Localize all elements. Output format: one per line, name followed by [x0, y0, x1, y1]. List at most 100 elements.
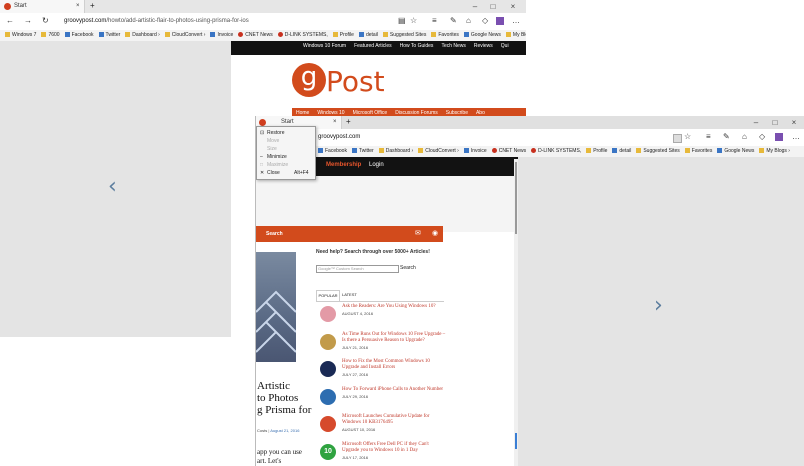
favorite-link[interactable]: Favorites	[684, 146, 712, 156]
favorite-link[interactable]: Facebook	[64, 30, 94, 40]
favorite-link[interactable]: Invoice	[210, 30, 233, 40]
refresh-icon[interactable]: ↻	[42, 16, 49, 25]
menu-item-minimize[interactable]: – Minimize	[257, 153, 315, 161]
tab-close-icon[interactable]: ×	[76, 3, 80, 9]
tab-popular[interactable]: POPULAR	[316, 290, 340, 301]
previous-arrow-icon[interactable]: ‹	[108, 174, 117, 199]
hub-icon[interactable]: ≡	[706, 132, 711, 141]
nav-item[interactable]: Featured Articles	[350, 41, 396, 52]
next-arrow-icon[interactable]: ›	[654, 293, 663, 318]
close-button[interactable]: ×	[785, 116, 803, 129]
reading-view-icon[interactable]: ▤	[398, 16, 406, 25]
nav-item[interactable]: How To Guides	[396, 41, 438, 52]
maximize-button[interactable]: □	[766, 116, 784, 129]
mail-icon[interactable]: ✉	[415, 229, 421, 237]
favorite-link[interactable]: Dashboard ›	[378, 146, 413, 156]
extension-badge-icon[interactable]	[496, 17, 504, 25]
article-title[interactable]: As Time Runs Out for Windows 10 Free Upg…	[342, 332, 447, 344]
favorite-link[interactable]: CloudConvert ›	[164, 30, 205, 40]
article-title[interactable]: How To Forward iPhone Calls to Another N…	[342, 387, 447, 393]
list-item[interactable]: 10 Microsoft Offers Free Dell PC if they …	[318, 442, 448, 466]
membership-link[interactable]: Membership	[326, 162, 361, 168]
favorite-link[interactable]: Profile	[332, 30, 354, 40]
more-icon[interactable]: …	[792, 132, 800, 141]
share-icon[interactable]: ◇	[759, 132, 765, 141]
list-item[interactable]: As Time Runs Out for Windows 10 Free Upg…	[318, 332, 448, 360]
favorite-link[interactable]: Suggested Sites	[636, 146, 680, 156]
more-icon[interactable]: …	[512, 16, 520, 25]
login-link[interactable]: Login	[369, 162, 384, 168]
search-tab[interactable]: Search	[266, 231, 283, 237]
favorite-link[interactable]: Invoice	[463, 146, 487, 156]
byline-author: Costs	[257, 428, 268, 433]
logo-post: Post	[326, 65, 385, 98]
list-item[interactable]: Ask the Readers: Are You Using Windows 1…	[318, 304, 448, 332]
article-title[interactable]: How to Fix the Most Common Windows 10 Up…	[342, 359, 447, 371]
hub-icon[interactable]: ≡	[432, 16, 437, 25]
rss-icon[interactable]: ◉	[432, 229, 438, 237]
address-field[interactable]: groovypost.com/howto/add-artistic-flair-…	[64, 18, 249, 24]
favorite-link[interactable]: Windows 7	[5, 30, 36, 40]
article-title[interactable]: Microsoft Launches Cumulative Update for…	[342, 414, 447, 426]
favorite-link[interactable]: Google News	[717, 146, 754, 156]
close-button[interactable]: ×	[504, 0, 522, 13]
favorite-star-icon[interactable]: ☆	[684, 132, 691, 141]
tab-start[interactable]: Start ×	[0, 0, 85, 13]
menu-item-close[interactable]: ✕ Close Alt+F4	[257, 169, 315, 177]
extensions-icon[interactable]: ⌂	[466, 16, 471, 25]
minimize-button[interactable]: –	[466, 0, 484, 13]
minimize-button[interactable]: –	[747, 116, 765, 129]
new-tab-button[interactable]: +	[90, 1, 95, 10]
favorite-link[interactable]: Suggested Sites	[382, 30, 426, 40]
favorite-link[interactable]: Twitter	[98, 30, 120, 40]
extension-badge-icon[interactable]	[775, 133, 783, 141]
favorite-link[interactable]: 7600	[41, 30, 60, 40]
favorite-link[interactable]: D-LINK SYSTEMS,	[531, 146, 581, 156]
custom-search-input[interactable]: Google™ Custom Search	[316, 265, 399, 273]
favorite-link[interactable]: CNET News	[491, 146, 526, 156]
nav-item[interactable]: Tech News	[437, 41, 469, 52]
article-title[interactable]: Microsoft Offers Free Dell PC if they Ca…	[342, 442, 447, 454]
nav-item[interactable]: Reviews	[470, 41, 497, 52]
heading-line-2: to Photos	[257, 392, 299, 404]
share-icon[interactable]: ◇	[482, 16, 488, 25]
article-photo	[256, 252, 296, 362]
favorite-link[interactable]: Twitter	[351, 146, 374, 156]
list-item[interactable]: How To Forward iPhone Calls to Another N…	[318, 387, 448, 415]
notes-icon[interactable]: ✎	[723, 132, 730, 141]
favorite-star-icon[interactable]: ☆	[410, 16, 417, 25]
maximize-button[interactable]: □	[484, 0, 502, 13]
favorite-icon	[382, 32, 388, 37]
favorite-link[interactable]: CloudConvert ›	[418, 146, 459, 156]
back-arrow-icon[interactable]: ←	[6, 16, 14, 25]
nav-item[interactable]: Windows 10 Forum	[299, 41, 350, 52]
new-tab-button[interactable]: +	[346, 117, 351, 126]
tab-close-icon[interactable]: ×	[333, 119, 337, 125]
favorite-link[interactable]: Profile	[586, 146, 607, 156]
favorite-link[interactable]: Google News	[463, 30, 501, 40]
favorite-link[interactable]: Favorites	[431, 30, 459, 40]
extensions-icon[interactable]: ⌂	[742, 132, 747, 141]
scrollbar-thumb[interactable]	[515, 162, 517, 234]
menu-item-restore[interactable]: ⊡ Restore	[257, 129, 315, 137]
reading-view-icon[interactable]	[673, 134, 682, 143]
favorite-link[interactable]: Facebook	[318, 146, 347, 156]
forward-arrow-icon[interactable]: →	[24, 16, 32, 25]
nav-item[interactable]: Qui	[497, 41, 513, 52]
favorite-label: Google News	[470, 32, 501, 38]
scrollbar-track[interactable]	[514, 159, 518, 466]
search-button[interactable]: Search	[400, 265, 416, 271]
list-item[interactable]: How to Fix the Most Common Windows 10 Up…	[318, 359, 448, 387]
favorite-link[interactable]: Dashboard ›	[125, 30, 160, 40]
notes-icon[interactable]: ✎	[450, 16, 457, 25]
article-title[interactable]: Ask the Readers: Are You Using Windows 1…	[342, 304, 447, 310]
favorite-link[interactable]: detail	[612, 146, 631, 156]
favorite-link[interactable]: CNET News	[238, 30, 273, 40]
tab-latest[interactable]: LATEST	[342, 290, 357, 300]
favorite-link[interactable]: My Blogs ›	[759, 146, 790, 156]
address-field[interactable]: groovypost.com	[318, 134, 360, 140]
favorite-link[interactable]: detail	[358, 30, 378, 40]
favorite-link[interactable]: My Blogs ›	[505, 30, 526, 40]
list-item[interactable]: Microsoft Launches Cumulative Update for…	[318, 414, 448, 442]
favorite-link[interactable]: D-LINK SYSTEMS,	[277, 30, 328, 40]
